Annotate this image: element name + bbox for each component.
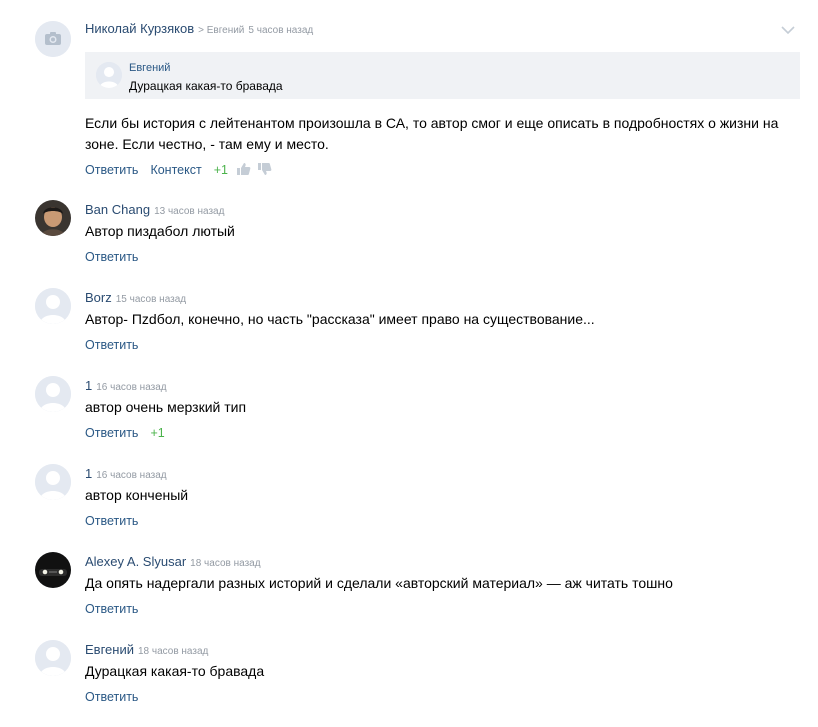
thumbs-down-icon[interactable] <box>257 162 272 179</box>
quoted-comment[interactable]: Евгений Дурацкая какая-то бравада <box>85 52 800 99</box>
reply-to[interactable]: > Евгений <box>198 25 244 36</box>
comment-text: автор конченый <box>85 487 189 503</box>
comment-actions: Ответить Контекст +1 <box>85 162 278 179</box>
timestamp[interactable]: 18 часов назад <box>138 646 208 657</box>
person-silhouette-icon <box>96 62 122 88</box>
comment-text: Автор пиздабол лютый <box>85 223 235 239</box>
comment-header: Евгений 18 часов назад <box>85 642 208 657</box>
reply-button[interactable]: Ответить <box>85 690 138 704</box>
comment-actions: Ответить <box>85 338 150 352</box>
comment-text: Если бы история с лейтенантом произошла … <box>85 115 779 152</box>
comment-header: Николай Курзяков > Евгений 5 часов назад <box>85 21 313 36</box>
quote-author[interactable]: Евгений <box>129 62 170 74</box>
person-silhouette-icon <box>35 376 71 412</box>
avatar[interactable] <box>35 464 71 500</box>
comment-actions: Ответить <box>85 250 150 264</box>
rating: +1 <box>213 162 228 177</box>
reply-button[interactable]: Ответить <box>85 602 138 616</box>
avatar[interactable] <box>35 288 71 324</box>
person-silhouette-icon <box>35 640 71 676</box>
quote-text: Дурацкая какая-то бравада <box>129 79 283 93</box>
comment-actions: Ответить <box>85 602 150 616</box>
author-name[interactable]: Borz <box>85 290 112 305</box>
thumbs-up-icon[interactable] <box>236 162 251 179</box>
avatar[interactable] <box>35 200 71 236</box>
comment-text: автор очень мерзкий тип <box>85 399 247 415</box>
user-photo <box>35 552 71 588</box>
timestamp[interactable]: 16 часов назад <box>96 470 166 481</box>
reply-button[interactable]: Ответить <box>85 250 138 264</box>
person-silhouette-icon <box>35 464 71 500</box>
timestamp[interactable]: 18 часов назад <box>190 558 260 569</box>
comment-header: Alexey A. Slyusar 18 часов назад <box>85 554 261 569</box>
reply-button[interactable]: Ответить <box>85 163 138 177</box>
author-name[interactable]: 1 <box>85 466 92 481</box>
timestamp[interactable]: 16 часов назад <box>96 382 166 393</box>
comment-header: 1 16 часов назад <box>85 466 167 481</box>
author-name[interactable]: Ban Chang <box>85 202 150 217</box>
rating: +1 <box>150 426 165 440</box>
author-name[interactable]: Евгений <box>85 642 134 657</box>
avatar <box>96 62 122 88</box>
person-silhouette-icon <box>35 288 71 324</box>
comment-header: Borz 15 часов назад <box>85 290 186 305</box>
reply-button[interactable]: Ответить <box>85 338 138 352</box>
comment-text: Да опять надергали разных историй и сдел… <box>85 575 673 591</box>
chevron-down-icon[interactable] <box>780 22 796 40</box>
timestamp[interactable]: 13 часов назад <box>154 206 224 217</box>
reply-button[interactable]: Ответить <box>85 426 138 440</box>
timestamp[interactable]: 15 часов назад <box>116 294 186 305</box>
context-button[interactable]: Контекст <box>150 163 201 177</box>
comment-actions: Ответить <box>85 690 150 704</box>
avatar[interactable] <box>35 640 71 676</box>
camera-icon <box>35 21 71 57</box>
avatar[interactable] <box>35 21 71 57</box>
author-name[interactable]: Alexey A. Slyusar <box>85 554 186 569</box>
avatar[interactable] <box>35 552 71 588</box>
comment-text: Автор- Пzdбол, конечно, но часть "расска… <box>85 311 595 327</box>
author-name[interactable]: Николай Курзяков <box>85 21 194 36</box>
comment-actions: Ответить +1 <box>85 426 173 440</box>
avatar[interactable] <box>35 376 71 412</box>
comment-text: Дурацкая какая-то бравада <box>85 663 265 679</box>
reply-button[interactable]: Ответить <box>85 514 138 528</box>
user-photo <box>35 200 71 236</box>
comment-header: 1 16 часов назад <box>85 378 167 393</box>
author-name[interactable]: 1 <box>85 378 92 393</box>
comment-actions: Ответить <box>85 514 150 528</box>
comment-header: Ban Chang 13 часов назад <box>85 202 224 217</box>
timestamp[interactable]: 5 часов назад <box>248 25 313 36</box>
